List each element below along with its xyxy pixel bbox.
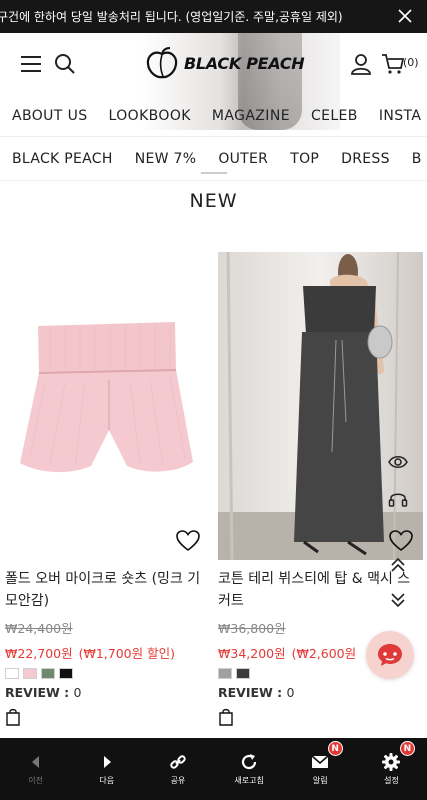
user-icon[interactable]	[348, 51, 374, 77]
review-info: REVIEW : 0	[218, 685, 423, 700]
nav-back[interactable]: 이전	[0, 738, 71, 800]
product-photo-skirt	[218, 252, 423, 560]
menu-icon[interactable]	[18, 51, 44, 77]
category-dress[interactable]: DRESS	[341, 151, 390, 167]
product-photo-shorts	[5, 252, 210, 560]
gear-icon	[382, 753, 401, 771]
menu-item-insta[interactable]: INSTA	[379, 108, 422, 124]
forward-icon	[103, 756, 111, 768]
scroll-down-icon[interactable]	[387, 589, 409, 611]
review-count: 0	[73, 685, 82, 700]
discount-amount: (₩2,600원	[291, 646, 357, 661]
swatch-white	[5, 668, 19, 679]
category-b[interactable]: B	[412, 151, 422, 167]
review-label: REVIEW :	[218, 685, 283, 700]
share-icon	[170, 755, 186, 769]
menu-item-about-us[interactable]: ABOUT US	[12, 108, 88, 124]
main-menu: ABOUT US LOOKBOOK MAGAZINE CELEB INSTA	[12, 108, 421, 124]
active-category-indicator	[201, 172, 227, 174]
review-count: 0	[286, 685, 295, 700]
nav-settings[interactable]: 설정 N	[356, 738, 427, 800]
bottom-nav: 이전 다음 공유 새로고침 알림 N 설정 N	[0, 738, 427, 800]
swatch-green	[41, 668, 55, 679]
nav-label: 새로고침	[234, 776, 264, 785]
nav-forward[interactable]: 다음	[71, 738, 142, 800]
original-price: ₩24,400원	[5, 621, 73, 636]
category-top[interactable]: TOP	[290, 151, 319, 167]
wishlist-heart-icon[interactable]	[389, 530, 413, 552]
category-outer[interactable]: OUTER	[218, 151, 268, 167]
nav-label: 설정	[384, 776, 399, 785]
product-image[interactable]	[5, 252, 210, 560]
scroll-up-icon[interactable]	[387, 554, 409, 576]
menu-item-lookbook[interactable]: LOOKBOOK	[109, 108, 191, 124]
category-black-peach[interactable]: BLACK PEACH	[12, 151, 113, 167]
headset-icon[interactable]	[387, 488, 409, 510]
eye-icon[interactable]	[387, 451, 409, 473]
menu-item-magazine[interactable]: MAGAZINE	[212, 108, 290, 124]
product-image[interactable]	[218, 252, 423, 560]
chat-icon	[378, 644, 402, 666]
settings-badge: N	[399, 741, 415, 756]
back-icon	[31, 756, 39, 768]
nav-refresh[interactable]: 새로고침	[214, 738, 285, 800]
cart-count: (0)	[403, 56, 419, 69]
logo-text: BLACK PEACH	[184, 53, 305, 73]
menu-item-celeb[interactable]: CELEB	[311, 108, 358, 124]
notice-bar: 구건에 한하여 당일 발송처리 됩니다. (영업일기준. 주말,공휴일 제외)	[0, 0, 427, 33]
chat-button[interactable]	[366, 631, 414, 679]
peach-logo-icon	[146, 47, 178, 79]
category-menu: BLACK PEACH NEW 7% OUTER TOP DRESS B	[0, 136, 427, 181]
swatch-black	[59, 668, 73, 679]
brand-logo[interactable]: BLACK PEACH	[144, 45, 305, 81]
notice-text: 구건에 한하여 당일 발송처리 됩니다. (영업일기준. 주말,공휴일 제외)	[0, 10, 343, 24]
nav-label: 다음	[99, 776, 115, 785]
category-new[interactable]: NEW 7%	[135, 151, 197, 167]
nav-label: 알림	[312, 776, 328, 785]
product-name[interactable]: 폴드 오버 마이크로 숏츠 (밍크 기모안감)	[5, 568, 210, 612]
shopping-bag-icon[interactable]	[5, 708, 21, 726]
price-row: ₩22,700원 (₩1,700원 할인)	[5, 643, 210, 662]
nav-label: 공유	[170, 776, 186, 785]
discount-amount: (₩1,700원 할인)	[78, 646, 175, 661]
swatch-charcoal	[236, 668, 250, 679]
swatch-gray	[218, 668, 232, 679]
nav-label: 이전	[28, 776, 43, 785]
notification-badge: N	[327, 741, 343, 756]
color-swatches	[5, 668, 210, 679]
refresh-icon	[242, 754, 257, 770]
nav-notifications[interactable]: 알림 N	[285, 738, 356, 800]
review-info: REVIEW : 0	[5, 685, 210, 700]
section-title: NEW	[189, 190, 238, 212]
search-icon[interactable]	[52, 51, 78, 77]
swatch-pink	[23, 668, 37, 679]
product-card[interactable]: 폴드 오버 마이크로 숏츠 (밍크 기모안감) ₩24,400원 ₩22,700…	[5, 252, 210, 730]
nav-share[interactable]: 공유	[142, 738, 213, 800]
mail-icon	[311, 755, 329, 768]
close-icon[interactable]	[393, 4, 417, 28]
shopping-bag-icon[interactable]	[218, 708, 234, 726]
wishlist-heart-icon[interactable]	[176, 530, 200, 552]
review-label: REVIEW :	[5, 685, 70, 700]
sale-price: ₩22,700원	[5, 646, 73, 661]
sale-price: ₩34,200원	[218, 646, 286, 661]
